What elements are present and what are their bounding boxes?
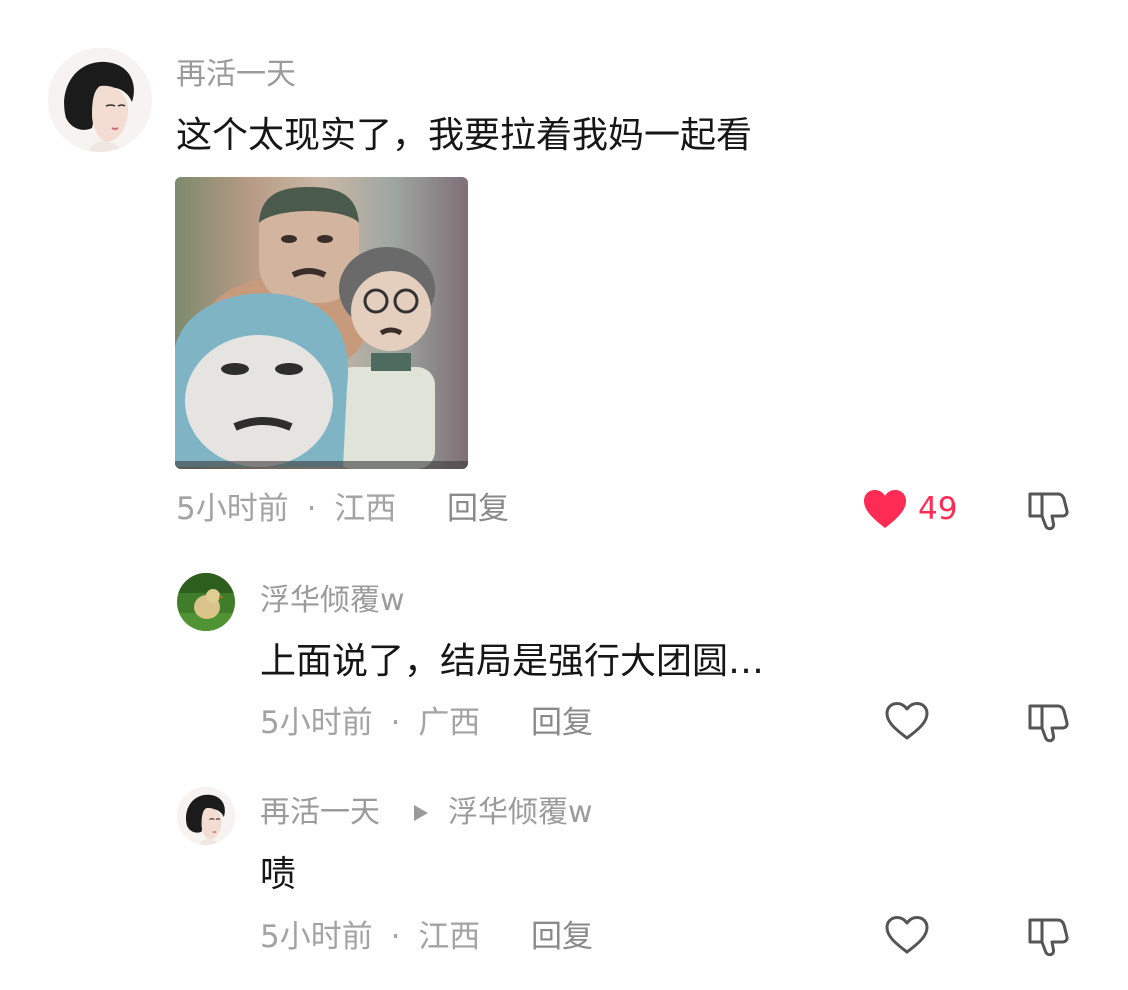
comment-meta: 5小时前 · 江西 xyxy=(176,494,396,525)
avatar[interactable] xyxy=(48,48,152,152)
avatar-woman-portrait xyxy=(48,48,152,152)
thumbs-down-icon xyxy=(1028,492,1069,531)
reply-button[interactable]: 回复 xyxy=(531,922,593,953)
heart-outline-icon xyxy=(885,702,929,740)
reply-meta: 5小时前 · 江西 xyxy=(260,922,480,953)
like-button[interactable] xyxy=(862,488,910,530)
meta-separator: · xyxy=(390,919,401,955)
reply-button[interactable]: 回复 xyxy=(531,708,593,739)
reply-to-arrow-icon xyxy=(414,805,428,821)
heart-outline-icon xyxy=(885,916,929,954)
reply-meta: 5小时前 · 广西 xyxy=(260,708,480,739)
dislike-button[interactable] xyxy=(1026,914,1070,958)
like-button[interactable] xyxy=(884,914,930,956)
avatar[interactable] xyxy=(177,573,235,631)
timestamp: 5小时前 xyxy=(176,491,289,527)
reply-to-username[interactable]: 浮华倾覆w xyxy=(448,798,593,828)
heart-filled-icon xyxy=(864,490,906,528)
location: 广西 xyxy=(418,705,481,741)
timestamp: 5小时前 xyxy=(260,705,373,741)
meta-separator: · xyxy=(306,491,317,527)
location: 江西 xyxy=(334,491,397,527)
reply-text: 上面说了，结局是强行大团圆… xyxy=(260,641,765,682)
reply-username[interactable]: 浮华倾覆w xyxy=(260,586,405,616)
timestamp: 5小时前 xyxy=(260,919,373,955)
meme-image[interactable] xyxy=(175,177,468,469)
avatar[interactable] xyxy=(177,787,235,845)
comment-username[interactable]: 再活一天 xyxy=(176,60,296,90)
avatar-chick-on-grass xyxy=(177,573,235,631)
like-count: 49 xyxy=(918,491,958,527)
comment-text: 这个太现实了，我要拉着我妈一起看 xyxy=(176,115,753,156)
dislike-button[interactable] xyxy=(1026,488,1070,532)
location: 江西 xyxy=(418,919,481,955)
thumbs-down-icon xyxy=(1028,704,1069,743)
meta-separator: · xyxy=(390,705,401,741)
thumbs-down-icon xyxy=(1028,918,1069,957)
avatar-woman-portrait xyxy=(177,787,235,845)
reply-username[interactable]: 再活一天 xyxy=(260,798,380,828)
reply-text: 啧 xyxy=(260,854,297,895)
like-button[interactable] xyxy=(884,700,930,742)
dislike-button[interactable] xyxy=(1026,700,1070,744)
reply-button[interactable]: 回复 xyxy=(447,494,509,525)
